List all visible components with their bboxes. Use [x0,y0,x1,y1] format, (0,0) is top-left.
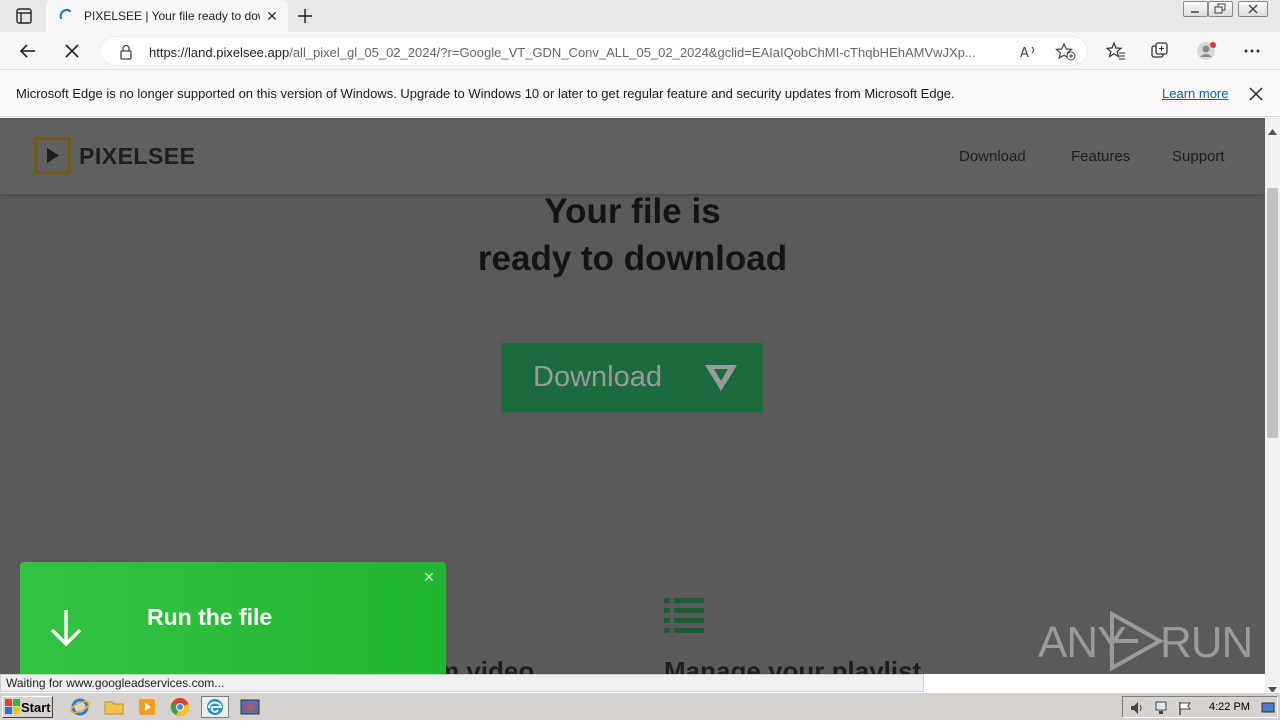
browser-toolbar: https://land.pixelsee.app/all_pixel_gl_0… [0,32,1280,70]
start-button[interactable]: Start [2,696,53,718]
infobar-message: Microsoft Edge is no longer supported on… [16,86,955,101]
tab-close-icon[interactable]: ✕ [264,8,280,24]
system-tray: 4:22 PM [1122,696,1278,718]
media-player-icon[interactable] [137,697,157,717]
stop-loading-icon[interactable] [62,41,82,61]
restore-button[interactable] [1208,1,1233,17]
show-desktop-icon[interactable] [1261,701,1275,720]
windows-flag-icon [5,699,20,719]
feature-title-playlist: Manage your playlist [664,656,922,674]
popup-close-icon[interactable]: × [420,568,438,586]
url-host: https://land.pixelsee.app [149,45,290,60]
site-header: PIXELSEE Download Features Support [0,118,1265,194]
volume-icon[interactable] [1129,700,1145,721]
status-bar: Waiting for www.googleadservices.com... [0,674,924,692]
watermark-run: RUN [1160,618,1253,667]
page-scrollbar[interactable] [1265,118,1280,693]
download-arrow-icon [705,365,737,396]
run-file-popup[interactable]: Run the file × [20,562,446,674]
windows-taskbar: Start 4:22 PM [0,692,1280,720]
svg-text:A: A [1020,46,1029,61]
profile-avatar-icon[interactable] [1196,41,1218,61]
edge-taskbar-icon[interactable] [201,696,229,718]
network-icon[interactable] [1153,700,1169,721]
download-button-label: Download [533,361,662,393]
url-path: /all_pixel_gl_05_02_2024/?r=Google_VT_GD… [289,45,976,60]
lock-icon[interactable] [119,44,133,65]
close-window-button[interactable] [1238,1,1268,17]
new-tab-icon[interactable] [294,6,316,26]
taskbar-clock[interactable]: 4:22 PM [1209,701,1250,713]
favorites-icon[interactable] [1105,41,1126,61]
more-menu-icon[interactable] [1242,41,1262,61]
arrow-down-icon [48,608,84,653]
scroll-thumb[interactable] [1267,188,1278,438]
logo-play-icon[interactable] [34,137,71,174]
loading-spinner-icon [58,8,74,24]
run-file-label: Run the file [147,604,273,630]
anyrun-app-icon[interactable] [238,697,264,717]
address-bar[interactable]: https://land.pixelsee.app/all_pixel_gl_0… [100,36,1088,66]
playlist-icon [664,598,704,634]
add-favorite-icon[interactable] [1055,42,1077,67]
hero-title-line1: Your file is [544,192,721,231]
chrome-icon[interactable] [170,697,190,717]
tab-actions-icon[interactable] [10,6,38,26]
scroll-up-icon[interactable] [1268,122,1277,140]
download-button[interactable]: Download [501,343,763,412]
read-aloud-icon[interactable]: A [1019,43,1039,66]
action-center-flag-icon[interactable] [1177,700,1193,721]
back-icon[interactable] [18,41,38,61]
nav-support[interactable]: Support [1172,148,1225,165]
feature-title-video: m video [436,656,535,674]
file-explorer-icon[interactable] [104,697,124,717]
tab-title: PIXELSEE | Your file ready to download [84,9,260,23]
anyrun-watermark: ANY RUN [1038,608,1253,672]
internet-explorer-icon[interactable] [70,697,90,717]
hero-title-line2: ready to download [477,239,788,278]
unsupported-os-infobar: Microsoft Edge is no longer supported on… [0,70,1280,117]
infobar-close-icon[interactable] [1248,86,1264,107]
status-text: Waiting for www.googleadservices.com... [6,676,225,690]
learn-more-link[interactable]: Learn more [1162,86,1228,101]
browser-tab[interactable]: PIXELSEE | Your file ready to download ✕ [46,0,288,32]
collections-icon[interactable] [1150,41,1170,61]
start-label: Start [21,700,51,715]
url-text[interactable]: https://land.pixelsee.app/all_pixel_gl_0… [149,45,1009,60]
site-logo[interactable]: PIXELSEE [79,143,195,170]
nav-download[interactable]: Download [959,148,1026,165]
minimize-button[interactable] [1183,1,1208,17]
nav-features[interactable]: Features [1071,148,1130,165]
watermark-play-icon [1108,610,1165,677]
tab-strip: PIXELSEE | Your file ready to download ✕ [0,0,1280,32]
